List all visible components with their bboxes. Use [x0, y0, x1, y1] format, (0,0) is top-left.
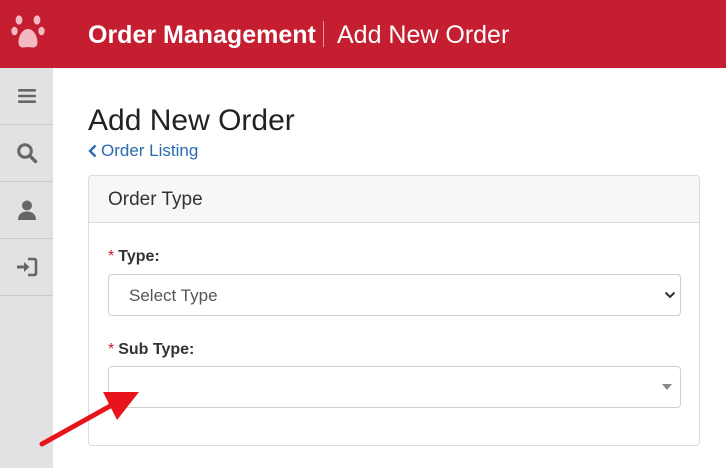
order-listing-label: Order Listing — [101, 141, 199, 160]
caret-down-icon — [662, 384, 672, 390]
sign-out-icon — [16, 257, 37, 277]
panel-title: Order Type — [108, 189, 203, 210]
top-bar: Order Management Add New Order — [0, 0, 726, 68]
required-mark: * — [108, 341, 115, 358]
required-mark: * — [108, 248, 115, 265]
search-icon — [16, 143, 37, 164]
sidebar-sign-out-button[interactable] — [0, 239, 53, 296]
paw-icon[interactable] — [11, 14, 45, 52]
user-icon — [17, 200, 36, 220]
title-divider — [323, 21, 324, 47]
chevron-down-icon — [664, 291, 676, 299]
chevron-left-icon — [88, 144, 97, 158]
order-listing-link[interactable]: Order Listing — [88, 140, 198, 162]
order-type-panel: Order Type * Type: Select Type * Sub Type: — [88, 175, 700, 446]
app-title[interactable]: Order Management — [88, 19, 316, 51]
sidebar-user-button[interactable] — [0, 182, 53, 239]
page-breadcrumb: Add New Order — [337, 21, 510, 49]
sidebar-menu-button[interactable] — [0, 68, 53, 125]
page-title: Add New Order — [88, 104, 295, 137]
panel-header: Order Type — [89, 176, 699, 223]
sidebar-search-button[interactable] — [0, 125, 53, 182]
sub-type-select[interactable] — [108, 366, 681, 408]
sub-type-label-text: Sub Type: — [118, 341, 195, 358]
type-select[interactable]: Select Type — [108, 274, 681, 316]
menu-icon — [17, 89, 36, 103]
type-select-value: Select Type — [129, 286, 218, 305]
sub-type-label: * Sub Type: — [108, 340, 194, 360]
type-label-text: Type: — [118, 248, 160, 265]
type-label: * Type: — [108, 247, 160, 267]
sidebar — [0, 68, 53, 468]
